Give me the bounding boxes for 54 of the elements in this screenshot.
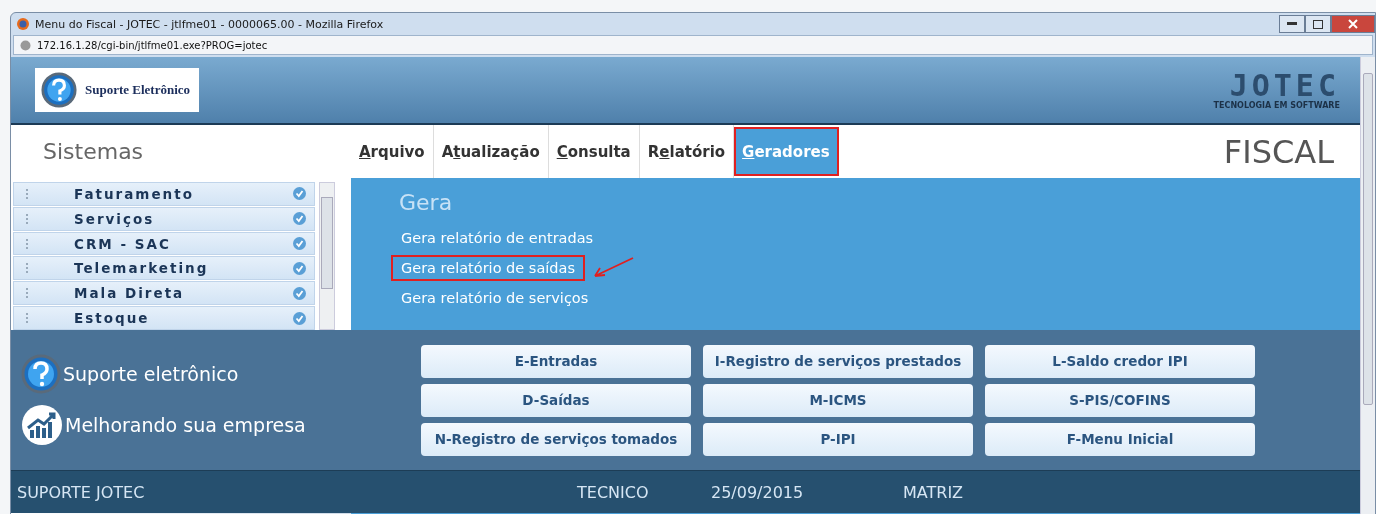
page-scrollbar[interactable]	[1360, 57, 1375, 514]
check-icon	[293, 311, 306, 325]
action-button[interactable]: I-Registro de serviços prestados	[703, 344, 973, 378]
growth-chart-icon	[21, 404, 63, 446]
minimize-button[interactable]	[1279, 15, 1305, 33]
action-button[interactable]: P-IPI	[703, 422, 973, 456]
close-button[interactable]	[1331, 15, 1375, 33]
globe-icon	[20, 39, 31, 51]
system-item[interactable]: Telemarketing	[13, 256, 315, 281]
grip-icon	[26, 188, 30, 199]
support-badge: Suporte Eletrônico	[35, 68, 199, 112]
action-button[interactable]: S-PIS/COFINS	[985, 383, 1255, 417]
promo-text: Melhorando sua empresa	[65, 414, 306, 436]
sidebar-scrollbar[interactable]	[319, 182, 335, 330]
grip-icon	[26, 238, 30, 249]
check-icon	[293, 286, 306, 300]
close-icon	[1348, 19, 1358, 29]
system-item[interactable]: Estoque	[13, 306, 315, 330]
system-item[interactable]: Serviços	[13, 206, 315, 231]
help-icon	[41, 72, 77, 108]
action-button[interactable]: E-Entradas	[421, 344, 691, 378]
check-icon	[293, 187, 306, 201]
grip-icon	[26, 263, 30, 274]
browser-icon	[17, 18, 29, 30]
minimize-icon	[1287, 22, 1297, 26]
check-icon	[293, 237, 306, 251]
logo-tagline: TECNOLOGIA EM SOFTWARE	[1213, 100, 1340, 110]
status-branch: MATRIZ	[903, 482, 965, 502]
maximize-button[interactable]	[1305, 15, 1331, 33]
status-date: 25/09/2015	[711, 482, 805, 502]
check-icon	[293, 261, 306, 275]
action-button[interactable]: F-Menu Inicial	[985, 422, 1255, 456]
company-logo: JOTEC	[1229, 70, 1340, 101]
maximize-icon	[1313, 19, 1323, 29]
action-button[interactable]: L-Saldo credor IPI	[985, 344, 1255, 378]
address-bar[interactable]: 172.16.1.28/cgi-bin/jtlfme01.exe?PROG=jotec	[13, 35, 1373, 55]
system-item[interactable]: Mala Direta	[13, 281, 315, 306]
status-user-group: SUPORTE JOTEC	[11, 482, 577, 502]
action-button[interactable]: M-ICMS	[703, 383, 973, 417]
check-icon	[293, 212, 306, 226]
sidebar-title: Sistemas	[42, 138, 145, 166]
help-icon	[21, 354, 61, 394]
action-button[interactable]: D-Saídas	[421, 383, 691, 417]
module-title: FISCAL	[1223, 131, 1334, 173]
submenu-title: Gera	[399, 190, 454, 215]
status-user: TECNICO	[577, 482, 650, 502]
system-item[interactable]: Faturamento	[13, 182, 315, 206]
window-title: Menu do Fiscal - JOTEC - jtlfme01 - 0000065.00 - Mozilla Firefox	[35, 17, 384, 31]
promo-text: Suporte eletrônico	[63, 363, 239, 385]
grip-icon	[26, 288, 30, 299]
system-item[interactable]: CRM - SAC	[13, 231, 315, 256]
grip-icon	[26, 313, 30, 324]
action-button[interactable]: N-Registro de serviços tomados	[421, 422, 691, 456]
grip-icon	[26, 213, 30, 224]
